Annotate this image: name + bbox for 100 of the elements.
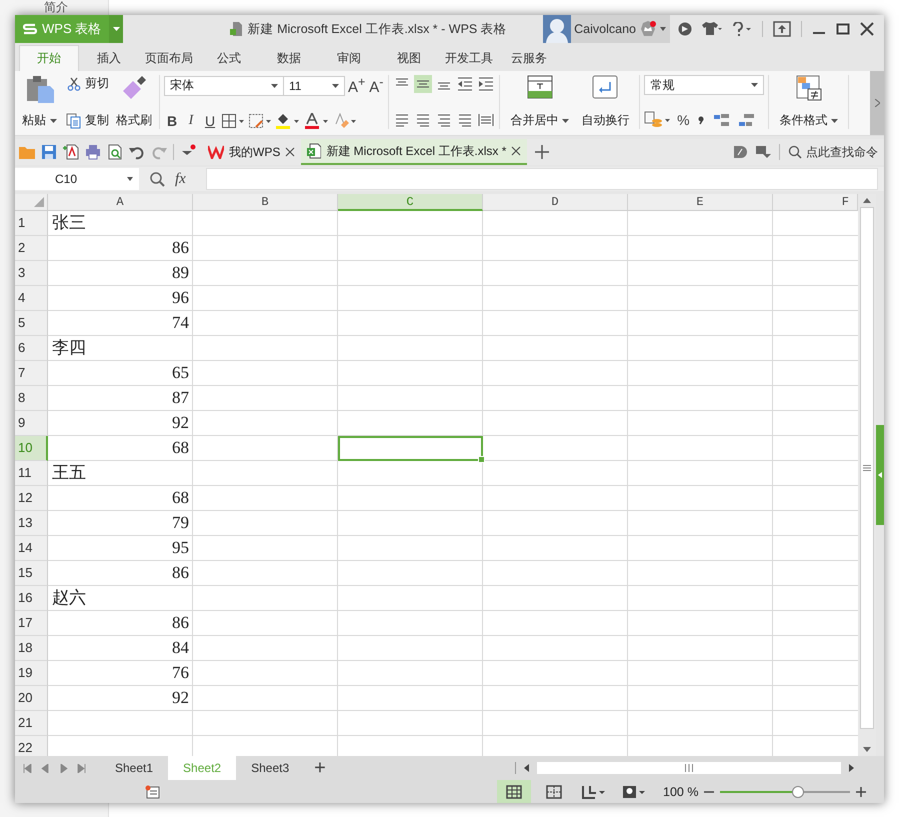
align-icon[interactable] (414, 75, 432, 93)
document-tab[interactable]: 新建 Microsoft Excel 工作表.xlsx * (301, 139, 528, 165)
font-color-icon[interactable] (304, 113, 330, 129)
add-sheet-button[interactable]: + (304, 758, 336, 778)
row-header[interactable]: 6 (15, 336, 48, 361)
close-icon[interactable] (285, 147, 296, 157)
font-name-dropdown[interactable]: 宋体 (164, 76, 284, 96)
row-header[interactable]: 22 (15, 736, 48, 756)
ribbon-tab[interactable]: 审阅 (319, 45, 379, 71)
shirt-icon[interactable] (702, 22, 722, 36)
decrease-indent-icon[interactable] (456, 75, 474, 93)
ribbon-tab[interactable]: 插入 (79, 45, 139, 71)
shrink-font-button[interactable]: A$^{-}$ (368, 75, 384, 96)
percent-button[interactable]: % (675, 112, 692, 128)
paste-button[interactable]: 粘贴 (19, 75, 60, 129)
row-header[interactable]: 12 (15, 486, 48, 511)
row-header[interactable]: 19 (15, 661, 48, 686)
row-header[interactable]: 8 (15, 386, 48, 411)
vertical-scrollbar[interactable] (858, 194, 876, 756)
zoom-in-icon[interactable] (856, 786, 866, 796)
sheet-nav-icon[interactable] (77, 764, 86, 772)
cut-button[interactable]: 剪切 (66, 75, 109, 92)
italic-button[interactable]: I (183, 113, 199, 129)
currency-icon[interactable] (644, 111, 672, 129)
upload-icon[interactable] (773, 21, 791, 37)
formula-input[interactable] (206, 168, 878, 190)
row-header[interactable]: 17 (15, 611, 48, 636)
row-header[interactable]: 20 (15, 686, 48, 711)
row-header[interactable]: 2 (15, 236, 48, 261)
macro-status-icon[interactable] (145, 784, 161, 798)
new-tab-icon[interactable] (535, 145, 550, 159)
row-header[interactable]: 5 (15, 311, 48, 336)
underline-button[interactable]: U (202, 113, 218, 129)
collapse-ribbon-icon[interactable] (755, 145, 771, 159)
horizontal-scrollbar[interactable] (515, 762, 854, 774)
row-header[interactable]: 11 (15, 461, 48, 486)
document-tab[interactable]: 我的WPS (202, 139, 302, 165)
borders-icon[interactable] (221, 113, 245, 129)
row-header[interactable]: 7 (15, 361, 48, 386)
close-icon[interactable] (860, 22, 874, 36)
save-icon[interactable] (41, 144, 57, 160)
close-icon[interactable] (511, 146, 522, 156)
ribbon-tab[interactable]: 开始 (19, 45, 79, 71)
side-panel-toggle[interactable] (876, 425, 884, 525)
row-header[interactable]: 16 (15, 586, 48, 611)
increase-indent-icon[interactable] (477, 75, 496, 93)
conditional-format-button[interactable]: 条件格式 (773, 75, 844, 129)
maximize-icon[interactable] (836, 22, 850, 36)
row-header[interactable]: 14 (15, 536, 48, 561)
format-painter-button[interactable]: 格式刷 (113, 75, 155, 129)
undo-icon[interactable] (129, 144, 145, 160)
sheet-tab[interactable]: Sheet3 (236, 756, 304, 780)
ribbon-tab[interactable]: 开发工具 (439, 45, 499, 71)
clipboard-icon (24, 75, 54, 103)
ribbon-tab[interactable]: 数据 (259, 45, 319, 71)
normal-view-button[interactable] (497, 780, 531, 803)
app-dropdown-button[interactable] (109, 15, 124, 43)
ribbon-tab[interactable]: 视图 (379, 45, 439, 71)
grow-font-button[interactable]: A$^{+}$ (348, 75, 366, 96)
column-header[interactable]: A (48, 194, 193, 211)
merge-center-button[interactable]: 合并居中 (504, 75, 576, 129)
command-search-field[interactable]: 点此查找命令 (788, 144, 878, 160)
user-account[interactable]: Caivolcano (543, 15, 670, 43)
zoom-icon[interactable] (149, 171, 165, 187)
row-header[interactable]: 15 (15, 561, 48, 586)
chevron-right-icon (874, 99, 880, 107)
sheet-tab[interactable]: Sheet1 (100, 756, 168, 780)
column-header[interactable]: D (483, 194, 628, 211)
function-button[interactable]: fx (175, 170, 186, 188)
row-header[interactable]: 4 (15, 286, 48, 311)
row-header[interactable]: 21 (15, 711, 48, 736)
row-header[interactable]: 18 (15, 636, 48, 661)
doc-mode-icon[interactable] (733, 145, 747, 159)
row-header[interactable]: 13 (15, 511, 48, 536)
export-pdf-icon[interactable] (63, 144, 79, 160)
ribbon-tab[interactable]: 公式 (199, 45, 259, 71)
cell-style-icon[interactable] (248, 113, 272, 129)
row-header[interactable]: 9 (15, 411, 48, 436)
wrap-text-icon (592, 75, 618, 99)
sidebar-item[interactable]: 简介 (44, 2, 68, 12)
bold-button[interactable]: B (164, 113, 180, 129)
help-icon[interactable] (732, 22, 752, 36)
column-header[interactable]: E (628, 194, 773, 211)
ribbon-tab[interactable]: 页面布局 (139, 45, 199, 71)
ribbon-tab[interactable]: 云服务 (499, 45, 559, 71)
print-icon[interactable] (85, 144, 101, 160)
sheet-nav-icon[interactable] (23, 764, 32, 772)
row-header[interactable]: 1 (15, 211, 48, 236)
column-header[interactable]: B (193, 194, 338, 211)
font-size-dropdown[interactable]: 11 (283, 76, 345, 96)
number-format-dropdown[interactable]: 常规 (644, 75, 764, 95)
copy-button[interactable]: 复制 (66, 112, 109, 129)
column-header[interactable]: F (773, 194, 858, 211)
print-preview-icon[interactable] (107, 144, 123, 160)
fill-color-icon[interactable] (275, 113, 301, 129)
name-box[interactable]: C10 (15, 168, 139, 190)
distribute-icon[interactable] (477, 111, 496, 129)
row-header[interactable]: 3 (15, 261, 48, 286)
wrap-text-button[interactable]: 自动换行 (575, 75, 636, 129)
active-cell[interactable] (338, 436, 483, 461)
